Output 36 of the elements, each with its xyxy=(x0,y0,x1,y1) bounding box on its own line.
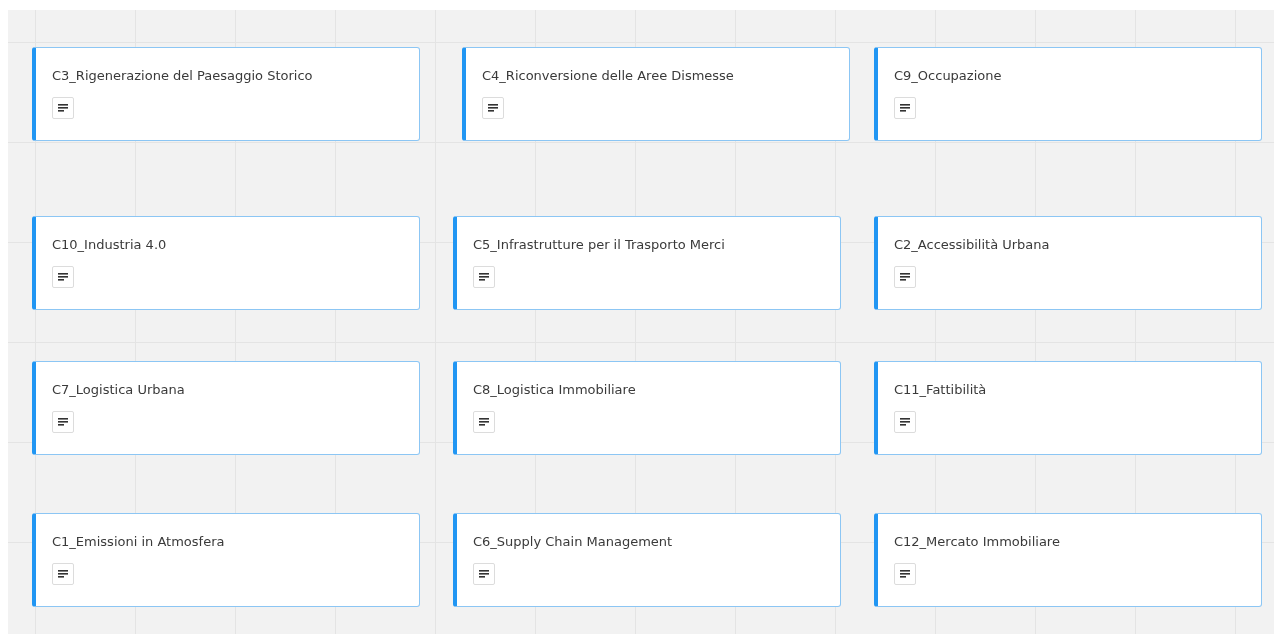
notes-icon[interactable] xyxy=(894,563,916,585)
card[interactable]: C9_Occupazione xyxy=(874,47,1262,141)
card[interactable]: C10_Industria 4.0 xyxy=(32,216,420,310)
card-title: C3_Rigenerazione del Paesaggio Storico xyxy=(52,68,314,84)
card[interactable]: C11_Fattibilità xyxy=(874,361,1262,455)
card[interactable]: C7_Logistica Urbana xyxy=(32,361,420,455)
card-title: C5_Infrastrutture per il Trasporto Merci xyxy=(473,237,726,253)
notes-icon[interactable] xyxy=(473,411,495,433)
notes-icon[interactable] xyxy=(52,266,74,288)
notes-icon[interactable] xyxy=(894,266,916,288)
card-title: C10_Industria 4.0 xyxy=(52,237,168,253)
card-title: C9_Occupazione xyxy=(894,68,1003,84)
card[interactable]: C12_Mercato Immobiliare xyxy=(874,513,1262,607)
card-title: C2_Accessibilità Urbana xyxy=(894,237,1051,253)
card-title: C8_Logistica Immobiliare xyxy=(473,382,637,398)
notes-icon[interactable] xyxy=(473,266,495,288)
card[interactable]: C2_Accessibilità Urbana xyxy=(874,216,1262,310)
notes-icon[interactable] xyxy=(52,97,74,119)
card-title: C4_Riconversione delle Aree Dismesse xyxy=(482,68,735,84)
card-title: C12_Mercato Immobiliare xyxy=(894,534,1061,550)
card[interactable]: C8_Logistica Immobiliare xyxy=(453,361,841,455)
card[interactable]: C5_Infrastrutture per il Trasporto Merci xyxy=(453,216,841,310)
card-title: C11_Fattibilità xyxy=(894,382,988,398)
notes-icon[interactable] xyxy=(894,411,916,433)
card[interactable]: C3_Rigenerazione del Paesaggio Storico xyxy=(32,47,420,141)
notes-icon[interactable] xyxy=(52,411,74,433)
notes-icon[interactable] xyxy=(894,97,916,119)
card[interactable]: C1_Emissioni in Atmosfera xyxy=(32,513,420,607)
notes-icon[interactable] xyxy=(52,563,74,585)
notes-icon[interactable] xyxy=(482,97,504,119)
card-title: C7_Logistica Urbana xyxy=(52,382,186,398)
notes-icon[interactable] xyxy=(473,563,495,585)
card[interactable]: C6_Supply Chain Management xyxy=(453,513,841,607)
card-title: C1_Emissioni in Atmosfera xyxy=(52,534,226,550)
card[interactable]: C4_Riconversione delle Aree Dismesse xyxy=(462,47,850,141)
card-title: C6_Supply Chain Management xyxy=(473,534,674,550)
